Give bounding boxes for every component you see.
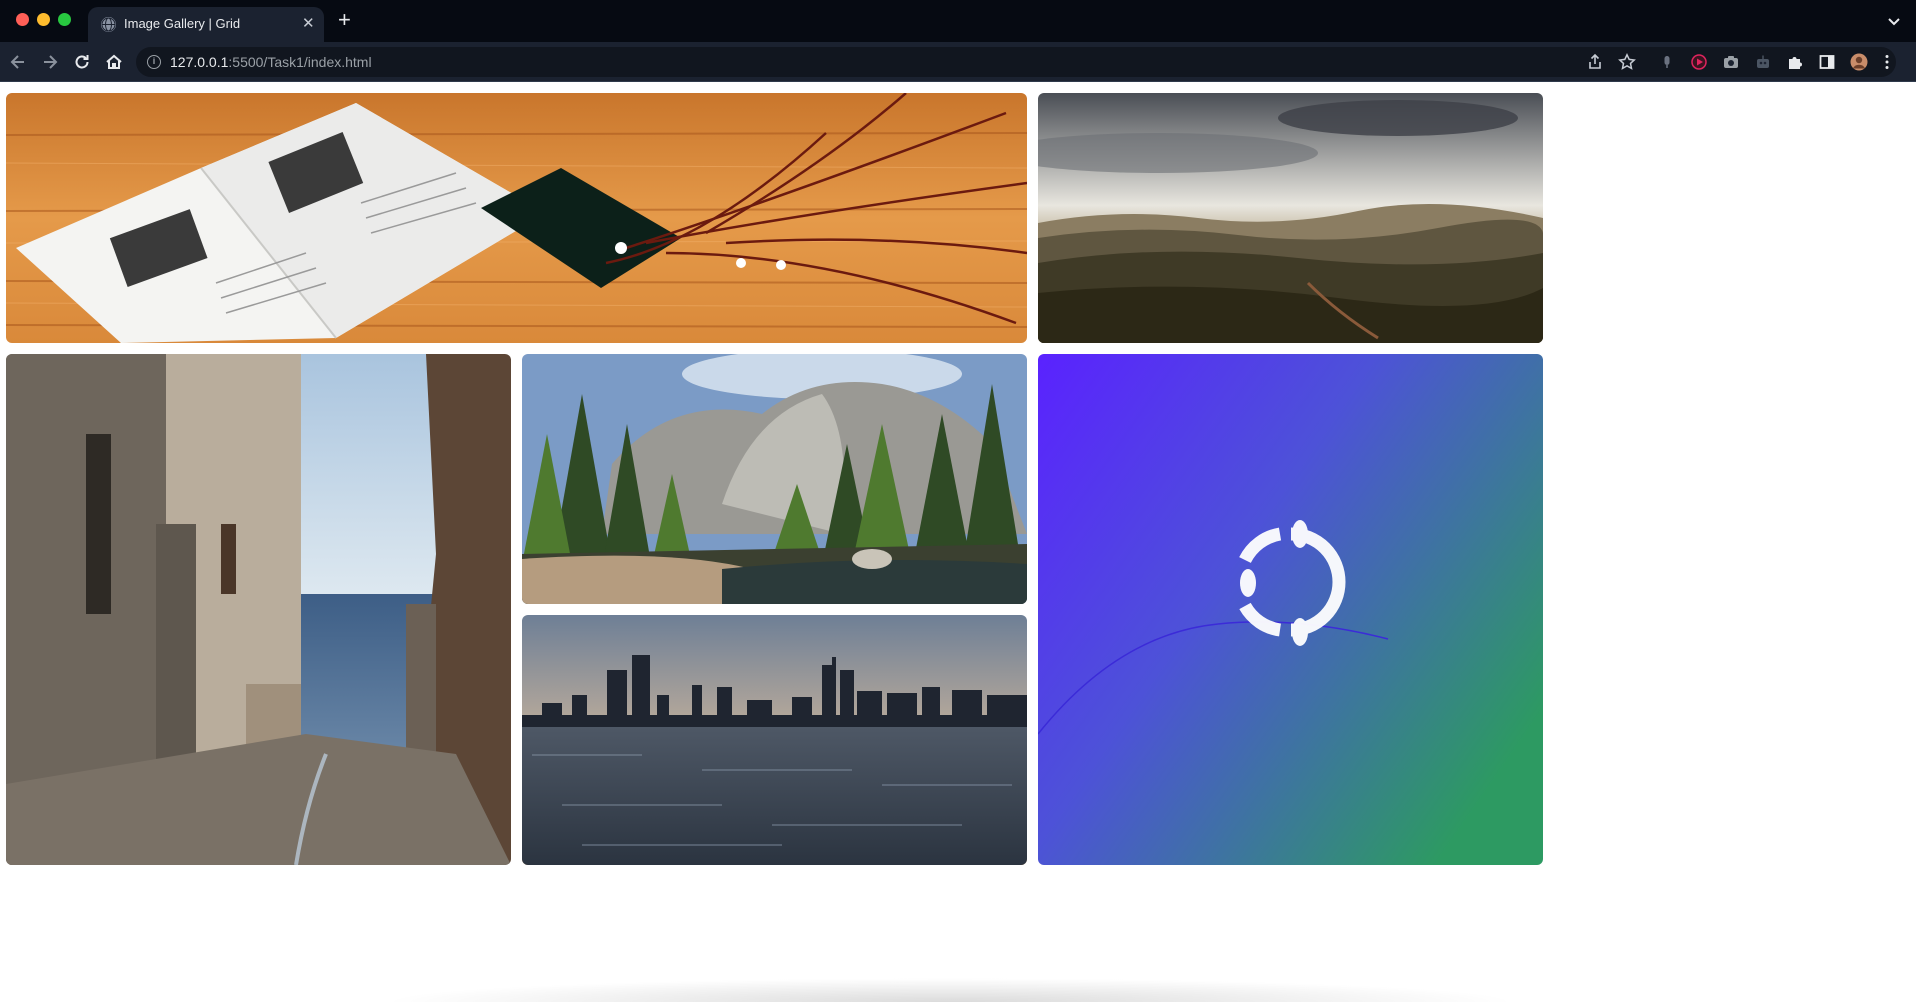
reload-icon[interactable] — [72, 52, 92, 72]
page-bottom-shadow — [380, 978, 1520, 1002]
globe-icon — [101, 17, 116, 32]
browser-toolbar: i 127.0.0.1:5500/Task1/index.html — [0, 42, 1916, 82]
profile-avatar[interactable] — [1850, 53, 1868, 71]
share-icon[interactable] — [1586, 53, 1604, 71]
extension-mic-icon[interactable] — [1658, 53, 1676, 71]
tab-image-gallery[interactable]: Image Gallery | Grid ✕ — [88, 7, 324, 42]
gallery-image-forest[interactable] — [522, 354, 1027, 604]
gallery-image-hills[interactable] — [1038, 93, 1543, 343]
extension-camera-icon[interactable] — [1722, 53, 1740, 71]
url-path: :5500/Task1/index.html — [228, 54, 372, 70]
address-bar[interactable]: i 127.0.0.1:5500/Task1/index.html — [136, 47, 1896, 77]
minimize-window-button[interactable] — [37, 13, 50, 26]
new-tab-button[interactable]: + — [338, 9, 351, 31]
side-panel-icon[interactable] — [1818, 53, 1836, 71]
close-window-button[interactable] — [16, 13, 29, 26]
gallery-image-ubuntu-wallpaper[interactable] — [1038, 354, 1543, 865]
gallery-image-skyline[interactable] — [522, 615, 1027, 865]
tab-strip: Image Gallery | Grid ✕ + — [0, 0, 1916, 42]
site-info-icon[interactable]: i — [147, 55, 161, 69]
page-content — [0, 83, 1916, 1002]
home-icon[interactable] — [104, 52, 124, 72]
more-menu-icon[interactable] — [1878, 53, 1896, 71]
extension-record-icon[interactable] — [1690, 53, 1708, 71]
browser-window: Image Gallery | Grid ✕ + i 127.0.0.1:550… — [0, 0, 1916, 1002]
url-text: 127.0.0.1:5500/Task1/index.html — [170, 54, 372, 70]
back-arrow-icon[interactable] — [8, 52, 28, 72]
tab-title: Image Gallery | Grid — [124, 16, 241, 31]
maximize-window-button[interactable] — [58, 13, 71, 26]
chevron-down-icon[interactable] — [1886, 13, 1902, 29]
gallery-image-alley[interactable] — [6, 354, 511, 865]
close-tab-icon[interactable]: ✕ — [302, 16, 315, 31]
url-host: 127.0.0.1 — [170, 54, 229, 70]
gallery-image-magazine[interactable] — [6, 93, 1027, 343]
forward-arrow-icon[interactable] — [40, 52, 60, 72]
extension-robot-icon[interactable] — [1754, 53, 1772, 71]
image-grid — [6, 93, 1543, 865]
extensions-puzzle-icon[interactable] — [1786, 53, 1804, 71]
bookmark-star-icon[interactable] — [1618, 53, 1636, 71]
